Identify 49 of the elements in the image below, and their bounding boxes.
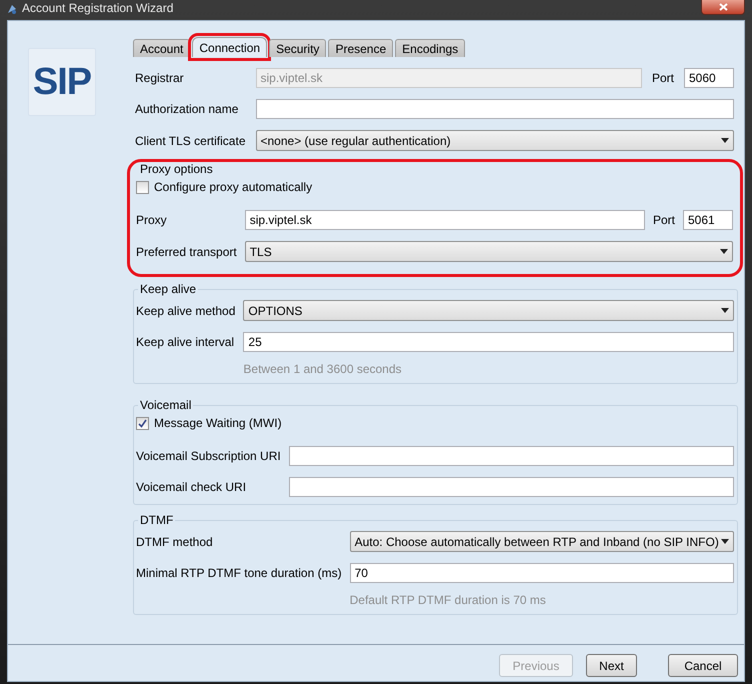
field-label: Client TLS certificate [135,134,246,148]
dropdown[interactable]: Auto: Choose automatically between RTP and Inband (no SIP INFO) [350,531,734,552]
field-label: DTMF method [136,534,214,548]
dropdown[interactable]: <none> (use regular authentication) [256,130,734,151]
tab[interactable]: Presence [328,39,394,57]
field-label: Voicemail Subscription URI [136,449,281,463]
hint-text: Between 1 and 3600 seconds [243,362,403,376]
window-title: Account Registration Wizard [22,1,174,15]
field-label: Minimal RTP DTMF tone duration (ms) [136,566,342,580]
tab[interactable]: Security [269,39,326,57]
port-label: Port [652,213,675,227]
hint-text: Default RTP DTMF duration is 70 ms [350,593,547,607]
close-button[interactable] [701,0,745,15]
dropdown[interactable]: TLS [244,241,733,262]
text-field[interactable]: 70 [350,563,734,583]
app-icon [6,3,18,15]
group-title: Proxy options [139,162,214,176]
field-label: Preferred transport [136,244,237,258]
field-label: Keep alive method [136,304,236,318]
text-field[interactable] [288,477,734,497]
tab[interactable]: Encodings [395,39,466,57]
port-field[interactable]: 5061 [683,210,733,230]
caret-icon [721,308,729,313]
checkbox-label: Message Waiting (MWI) [154,416,282,430]
caret-icon [720,249,728,254]
group-title: DTMF [139,513,174,527]
group-title: Voicemail [139,398,192,412]
checkbox[interactable] [136,416,149,430]
port-label: Port [652,71,674,85]
field-label: Voicemail check URI [136,480,248,494]
text-field[interactable]: sip.viptel.sk [244,210,645,230]
text-field[interactable] [256,99,734,119]
tab[interactable]: Account [133,39,190,57]
checkbox[interactable] [136,180,149,194]
wizard-button[interactable]: Next [586,654,637,677]
text-field[interactable]: 25 [243,332,734,352]
dropdown[interactable]: OPTIONS [243,300,734,321]
caret-icon [721,539,729,544]
wizard-button[interactable]: Cancel [668,654,738,677]
field-label: Proxy [136,213,168,227]
group-title: Keep alive [139,282,198,296]
caret-icon [721,138,729,143]
close-icon [718,3,728,11]
sip-logo: SIP [28,48,96,116]
field-label: Keep alive interval [136,335,236,349]
field-label: Authorization name [135,102,240,116]
text-field[interactable] [288,446,734,466]
checkbox-label: Configure proxy automatically [154,180,312,194]
field-label: Registrar [135,71,185,85]
